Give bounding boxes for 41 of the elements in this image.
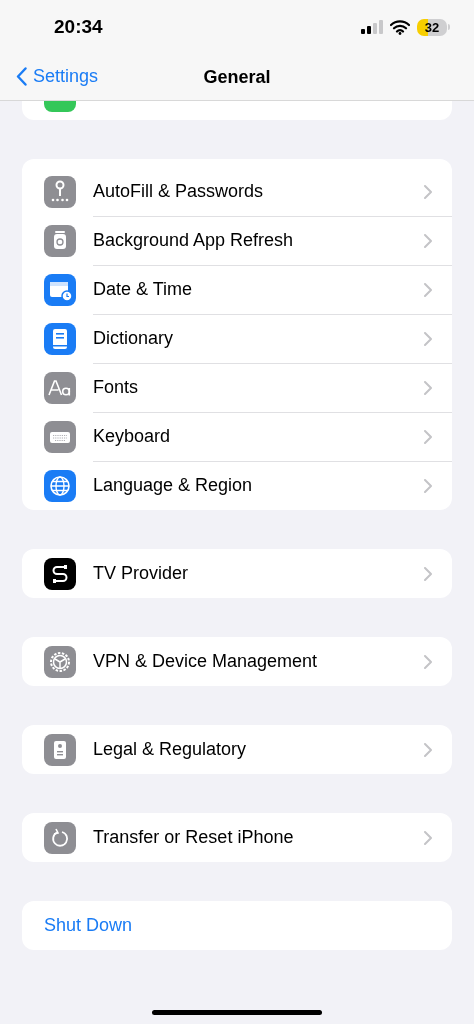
- signal-icon: [361, 20, 383, 34]
- status-time: 20:34: [54, 16, 103, 38]
- settings-row[interactable]: VPN & Device Management: [22, 637, 452, 686]
- chevron-icon: [424, 331, 432, 346]
- settings-row[interactable]: Date & Time: [22, 265, 452, 314]
- wifi-icon: [390, 19, 410, 35]
- row-label: Background App Refresh: [93, 230, 295, 251]
- row-label: Fonts: [93, 377, 140, 398]
- chevron-icon: [424, 282, 432, 297]
- chevron-icon: [424, 566, 432, 581]
- settings-row[interactable]: TV Provider: [22, 549, 452, 598]
- settings-row[interactable]: Keyboard: [22, 412, 452, 461]
- row-label: Language & Region: [93, 475, 254, 496]
- row-label: Transfer or Reset iPhone: [93, 827, 295, 848]
- chevron-icon: [424, 233, 432, 248]
- row-label: Dictionary: [93, 328, 175, 349]
- row-label: AutoFill & Passwords: [93, 181, 265, 202]
- chevron-icon: [424, 742, 432, 757]
- settings-row[interactable]: Language & Region: [22, 461, 452, 510]
- chevron-icon: [424, 380, 432, 395]
- settings-row[interactable]: Transfer or Reset iPhone: [22, 813, 452, 862]
- back-button[interactable]: Settings: [12, 62, 103, 91]
- row-label: Keyboard: [93, 426, 172, 447]
- row-label: VPN & Device Management: [93, 651, 319, 672]
- chevron-icon: [424, 654, 432, 669]
- row-label: Date & Time: [93, 279, 194, 300]
- row-label: Legal & Regulatory: [93, 739, 248, 760]
- row-label: TV Provider: [93, 563, 190, 584]
- settings-row[interactable]: Fonts: [22, 363, 452, 412]
- settings-row[interactable]: Dictionary: [22, 314, 452, 363]
- chevron-icon: [424, 478, 432, 493]
- chevron-icon: [424, 429, 432, 444]
- row-label: Shut Down: [44, 915, 134, 936]
- back-chevron-icon: [16, 67, 27, 86]
- settings-row[interactable]: Legal & Regulatory: [22, 725, 452, 774]
- page-title: General: [203, 66, 271, 88]
- settings-row[interactable]: Background App Refresh: [22, 216, 452, 265]
- settings-row[interactable]: AutoFill & Passwords: [22, 167, 452, 216]
- shut-down-button[interactable]: Shut Down: [22, 901, 452, 950]
- chevron-icon: [424, 184, 432, 199]
- chevron-icon: [424, 830, 432, 845]
